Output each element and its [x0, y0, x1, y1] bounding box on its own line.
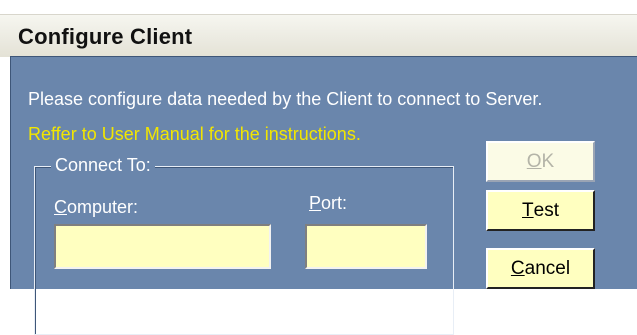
- cancel-button[interactable]: Cancel: [486, 248, 595, 289]
- port-label: Port:: [309, 193, 347, 214]
- computer-label-accelerator: C: [54, 197, 67, 217]
- connect-to-legend: Connect To:: [51, 155, 155, 176]
- ok-button-label: K: [541, 150, 555, 172]
- cancel-button-label: ancel: [524, 257, 571, 279]
- test-button-accelerator: T: [522, 199, 534, 221]
- computer-input[interactable]: [54, 224, 271, 269]
- test-button[interactable]: Test: [486, 190, 595, 231]
- cancel-button-accelerator: C: [510, 257, 525, 279]
- port-input[interactable]: [305, 224, 427, 269]
- ok-button[interactable]: OK: [486, 141, 595, 182]
- manual-hint-message: Reffer to User Manual for the instructio…: [28, 124, 361, 144]
- info-message: Please configure data needed by the Clie…: [28, 89, 543, 109]
- computer-label: Computer:: [54, 197, 138, 218]
- test-button-label: est: [533, 199, 559, 221]
- dialog-body: Please configure data needed by the Clie…: [10, 56, 637, 335]
- dialog-title-bar[interactable]: Configure Client: [0, 14, 637, 57]
- port-label-accelerator: P: [309, 193, 322, 213]
- dialog-title: Configure Client: [18, 24, 193, 49]
- computer-label-text: omputer:: [67, 197, 139, 217]
- port-label-text: ort:: [321, 193, 348, 213]
- ok-button-accelerator: O: [526, 150, 542, 172]
